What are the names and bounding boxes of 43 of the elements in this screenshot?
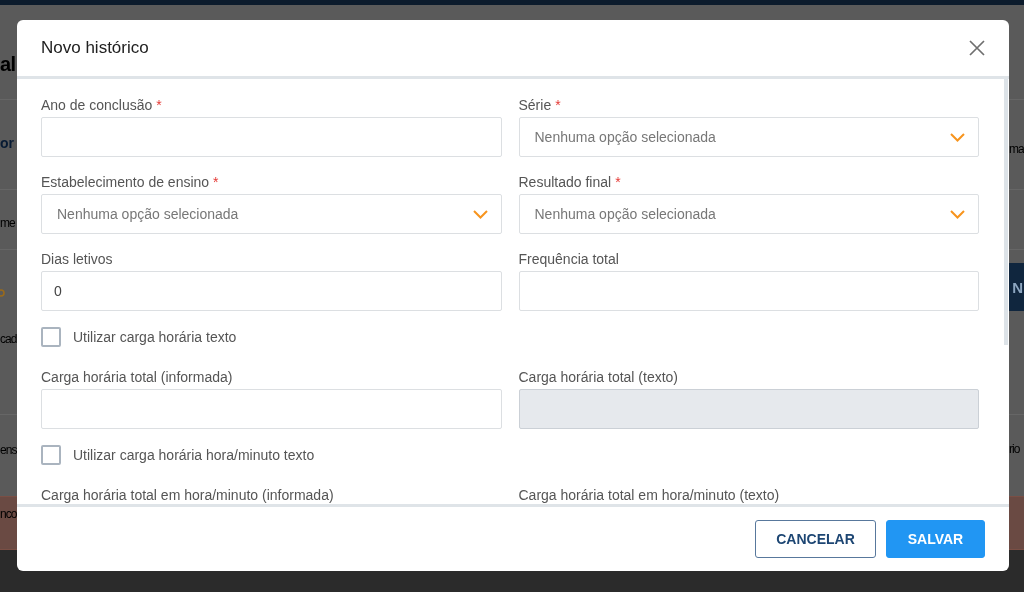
field-label: Série [518, 96, 552, 115]
required-mark: * [555, 96, 561, 115]
checkbox[interactable] [41, 327, 61, 347]
page-text: me [0, 216, 15, 231]
field-label: Carga horária total (informada) [41, 368, 233, 387]
chevron-icon [472, 209, 488, 219]
text-field[interactable] [41, 117, 502, 157]
page-heading: al [0, 52, 16, 76]
checkbox-label[interactable]: Utilizar carga horária texto [73, 329, 237, 345]
text-field[interactable] [41, 389, 502, 429]
checkbox[interactable] [41, 445, 61, 465]
page-text: rio [1009, 442, 1020, 457]
page-text: ma [1009, 142, 1024, 157]
required-mark: * [615, 173, 621, 192]
ring-icon [0, 289, 6, 297]
field-label: Ano de conclusão [41, 96, 153, 115]
text-field[interactable]: 0 [41, 271, 502, 311]
field-label: Carga horária total em hora/minuto (informada) [41, 486, 334, 504]
field-label: Carga horária total em hora/minuto (texto) [518, 486, 780, 504]
close-icon [969, 40, 985, 56]
close-button[interactable] [969, 40, 985, 56]
text-field[interactable] [518, 271, 979, 311]
select-field[interactable]: Nenhuma opção selecionada [41, 194, 502, 234]
page-button[interactable]: N [1009, 263, 1024, 311]
field-label: Dias letivos [41, 250, 113, 269]
dialog-title: Novo histórico [41, 38, 149, 58]
required-mark: * [213, 173, 219, 192]
cancel-button[interactable]: CANCELAR [755, 520, 876, 558]
select-field[interactable]: Nenhuma opção selecionada [518, 117, 979, 157]
field-label: Carga horária total (texto) [518, 368, 679, 387]
required-mark: * [156, 96, 162, 115]
select-field[interactable]: Nenhuma opção selecionada [518, 194, 979, 234]
checkbox-label[interactable]: Utilizar carga horária hora/minuto texto [73, 447, 315, 463]
field-label: Frequência total [518, 250, 619, 269]
save-button[interactable]: SALVAR [886, 520, 985, 558]
chevron-icon [950, 209, 965, 219]
page-text: ens [0, 443, 17, 458]
chevron-icon [950, 132, 965, 142]
field-label: Resultado final [518, 173, 612, 192]
banner-text: nco [0, 507, 17, 522]
page-text: cad [0, 332, 17, 347]
scrollbar-thumb[interactable] [1004, 79, 1008, 345]
field-label: Estabelecimento de ensino [41, 173, 210, 192]
